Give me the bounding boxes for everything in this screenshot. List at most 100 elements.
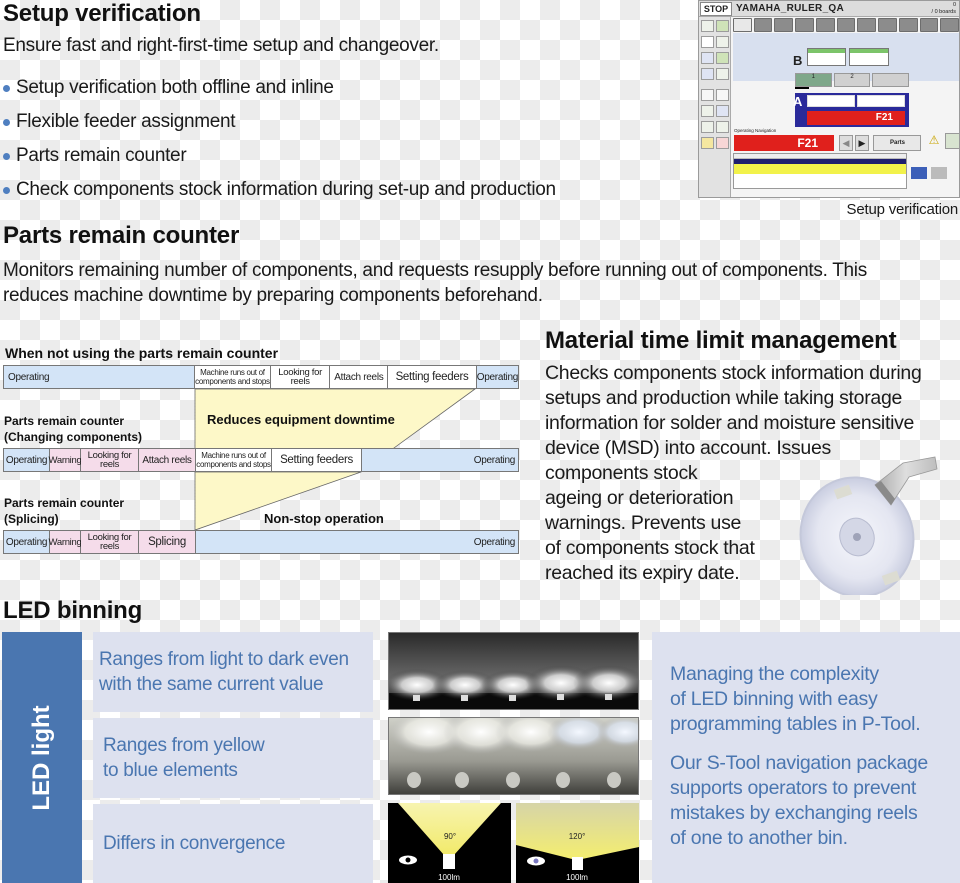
tab-schedule[interactable] xyxy=(940,18,959,32)
timeline-cell: Setting feeders xyxy=(272,449,362,471)
nav-error-panel: F21 xyxy=(734,135,834,151)
screenshot-sidebar xyxy=(699,17,731,197)
timeline-cell: Looking for reels xyxy=(270,366,331,388)
timeline-row-splicing: Operating Warning Looking for reels Spli… xyxy=(3,530,519,554)
tab-feeder[interactable] xyxy=(795,18,814,32)
nonstop-operation-note: Non-stop operation xyxy=(264,511,384,526)
beam-angle-label: 120° xyxy=(569,832,586,841)
timeline-cell: Attach reels xyxy=(139,449,196,471)
timeline-cell: Looking for reels xyxy=(81,449,139,471)
tab-mark[interactable] xyxy=(753,18,773,32)
tab-position[interactable] xyxy=(898,18,918,32)
timeline-cell: Warning xyxy=(49,449,82,471)
table-row[interactable] xyxy=(734,174,906,179)
edit-icon[interactable] xyxy=(701,105,714,117)
diagram-title: When not using the parts remain counter xyxy=(5,345,279,361)
operating-navigation: Operating Navigation F21 ◀ ▶ Parts ⚠ xyxy=(733,128,959,153)
tools-icon[interactable] xyxy=(716,68,729,80)
led-emitter-icon xyxy=(443,854,455,869)
timeline-cell: Operating xyxy=(4,531,50,553)
setup-check-icon[interactable] xyxy=(931,167,947,179)
feeder-bank xyxy=(849,48,889,66)
led-color-photo xyxy=(388,717,639,795)
timeline-cell: Operating xyxy=(4,449,50,471)
tab-detail[interactable] xyxy=(774,18,794,32)
utilities-icon[interactable] xyxy=(701,121,714,133)
error-clear-icon[interactable] xyxy=(945,133,959,149)
tab-statistics[interactable] xyxy=(878,18,897,32)
parts-button[interactable]: Parts xyxy=(873,135,921,151)
tab-nozzle[interactable] xyxy=(836,18,856,32)
tab-accuracy[interactable] xyxy=(857,18,877,32)
board-icon[interactable] xyxy=(716,20,729,32)
screenshot-caption: Setup verification xyxy=(846,201,959,218)
arrow-right-icon xyxy=(795,87,809,89)
feeder-bank xyxy=(807,48,846,66)
operator-icon[interactable] xyxy=(701,89,714,101)
save-icon[interactable] xyxy=(716,89,729,101)
bullet-dot-icon xyxy=(3,152,10,160)
map-icon[interactable] xyxy=(716,52,729,64)
timeline-cell: Looking for reels xyxy=(81,531,139,553)
led-brightness-photo xyxy=(388,632,639,710)
bullet-item: Flexible feeder assignment xyxy=(0,105,556,139)
display-icon[interactable] xyxy=(701,68,714,80)
bullet-item: Parts remain counter xyxy=(0,139,556,173)
prev-button[interactable]: ◀ xyxy=(839,135,853,151)
led-emitter-icon xyxy=(572,857,583,870)
led-characteristic-color: Ranges from yellow to blue elements xyxy=(93,718,373,798)
timeline-cell: Setting feeders xyxy=(388,366,477,388)
setup-verification-screenshot: STOP YAMAHA_RULER_QA 0 / 0 boards B 1 2 … xyxy=(698,0,960,198)
tab-head[interactable] xyxy=(919,18,939,32)
timeline-cell: Operating xyxy=(362,449,518,471)
exit-icon[interactable] xyxy=(716,137,729,149)
beam-angle-90-panel: 90° 100lm xyxy=(388,803,511,883)
screenshot-tabs xyxy=(733,18,959,32)
next-button[interactable]: ▶ xyxy=(855,135,869,151)
led-binning-heading: LED binning xyxy=(3,597,143,624)
parts-table xyxy=(733,153,907,189)
tab-production[interactable] xyxy=(733,18,752,32)
setup-verification-bullets: Setup verification both offline and inli… xyxy=(0,71,556,207)
chart-icon[interactable] xyxy=(701,52,714,64)
timeline-cell: Operating xyxy=(476,366,518,388)
option-icon[interactable] xyxy=(911,167,927,179)
board-counter: 0 / 0 boards xyxy=(931,1,956,15)
tab-alignment[interactable] xyxy=(815,18,835,32)
optimize-icon[interactable] xyxy=(716,105,729,117)
row-label-changing-components: Parts remain counter (Changing component… xyxy=(4,414,142,444)
parts-remain-counter-heading: Parts remain counter xyxy=(3,222,240,249)
warning-icon[interactable]: ⚠ xyxy=(926,133,942,149)
setup-verification-heading: Setup verification xyxy=(3,0,201,27)
luminous-flux-label: 100lm xyxy=(566,873,588,882)
led-characteristic-brightness: Ranges from light to dark even with the … xyxy=(93,632,373,712)
beam-angle-label: 90° xyxy=(444,832,456,841)
bullet-dot-icon xyxy=(3,118,10,126)
setup-icon[interactable] xyxy=(701,20,714,32)
stop-button[interactable]: STOP xyxy=(700,1,732,16)
component-reel-icon xyxy=(799,476,915,595)
timeline-cell: Attach reels xyxy=(330,366,389,388)
bullet-item: Setup verification both offline and inli… xyxy=(0,71,556,105)
monitor-icon[interactable] xyxy=(701,36,714,48)
timeline-row-changing-components: Operating Warning Looking for reels Atta… xyxy=(3,448,519,472)
bullet-dot-icon xyxy=(3,84,10,92)
nozzle-icon[interactable] xyxy=(716,36,729,48)
reduces-downtime-note: Reduces equipment downtime xyxy=(207,412,395,427)
led-light-sidebar: LED light xyxy=(2,632,82,883)
led-light-label: LED light xyxy=(28,704,55,811)
led-binning-description: Managing the complexity of LED binning w… xyxy=(652,632,960,883)
beam-angle-120-panel: 120° 100lm xyxy=(516,803,639,883)
parts-remain-counter-body: Monitors remaining number of components,… xyxy=(3,260,867,306)
reel-and-scanner-image xyxy=(799,456,938,595)
screenshot-titlebar: STOP YAMAHA_RULER_QA 0 / 0 boards xyxy=(699,1,959,17)
head-b-label: B xyxy=(793,53,803,68)
help-icon[interactable] xyxy=(701,137,714,149)
error-panel: F21 xyxy=(807,111,905,125)
setup-verification-lead: Ensure fast and right-first-time setup a… xyxy=(3,35,439,56)
s-tool-paragraph: Our S-Tool navigation package supports o… xyxy=(670,752,928,849)
timeline-cell: Operating xyxy=(196,531,518,553)
row-label-splicing: Parts remain counter (Splicing) xyxy=(4,496,125,526)
machine-icon[interactable] xyxy=(716,121,729,133)
timeline-cell: Splicing xyxy=(139,531,196,553)
